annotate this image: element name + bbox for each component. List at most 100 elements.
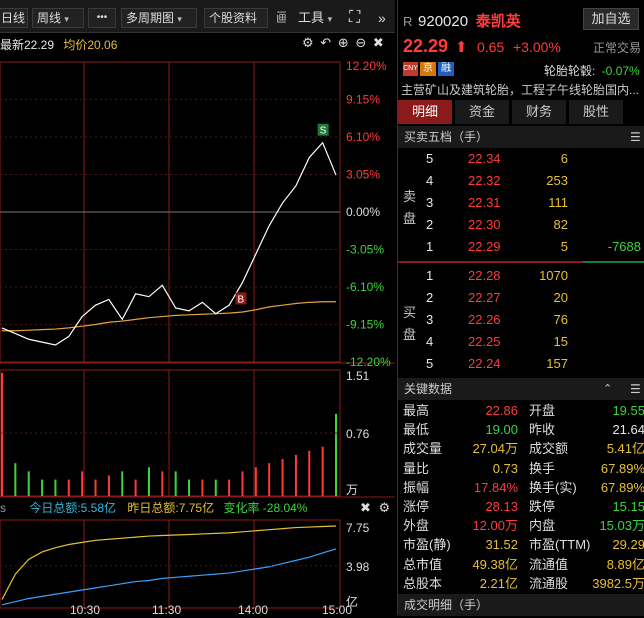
key-data-row: 最低 19.00 昨收 21.64 (398, 420, 644, 439)
sell-level-row[interactable]: 3 22.31 111 (398, 192, 644, 214)
settings-icon[interactable]: ⚙ (379, 500, 391, 515)
tab-finance[interactable]: 财务 (512, 100, 566, 124)
sell-level-row[interactable]: 4 22.32 253 (398, 170, 644, 192)
zoom-in-icon[interactable]: ⊕ (338, 35, 349, 50)
level-volume: 157 (546, 356, 568, 371)
volume-bar (147, 467, 150, 496)
key-data-value: 49.38亿 (472, 556, 518, 572)
close-icon[interactable]: ✖ (373, 35, 384, 50)
multi-period-dropdown[interactable]: 多周期图 ▾ (121, 8, 197, 28)
sell-level-row[interactable]: 2 22.30 82 (398, 214, 644, 236)
chevron-down-icon: ▾ (177, 14, 182, 24)
key-data-row: 振幅 17.84% 换手(实) 67.89% (398, 478, 644, 497)
volume-bar (94, 479, 97, 496)
key-data-label: 跌停 (529, 499, 556, 514)
level-volume: 82 (553, 217, 568, 232)
level-number: 5 (426, 356, 434, 371)
key-data-row: 总市值 49.38亿 流通值 8.89亿 (398, 555, 644, 574)
sector-link[interactable]: 轮胎轮毂: -0.07% (544, 62, 640, 79)
volume-bar (241, 471, 244, 496)
sub-header-marker: s (0, 501, 6, 515)
tools-label: 工具 (298, 10, 325, 25)
tab-detail[interactable]: 明细 (398, 100, 452, 124)
more-periods-button[interactable]: ••• (88, 8, 116, 28)
level-number: 2 (426, 217, 434, 232)
price-change: 0.65 (477, 39, 505, 55)
day-period-button[interactable]: 日线 (0, 8, 28, 28)
close-icon[interactable]: ✖ (360, 500, 371, 515)
stock-code: 920020 (418, 13, 469, 30)
expand-icon[interactable]: ⛶ (349, 8, 360, 28)
buy-marker-label: B (237, 294, 244, 305)
time-axis-label: 15:00 (322, 603, 352, 615)
key-data-label: 市盈(TTM) (529, 537, 591, 553)
level-price: 22.26 (468, 312, 501, 327)
collapse-panel-icon[interactable]: » (378, 8, 386, 28)
key-data-label: 内盘 (529, 518, 556, 534)
volume-axis-label: 1.51 (346, 369, 370, 383)
volume-bar (27, 471, 30, 496)
intraday-chart[interactable]: 12.20% 9.15% 6.10% 3.05% 0.00% -3.05% -6.10% -9… (0, 33, 395, 617)
price-axis-label: 6.10% (346, 130, 380, 144)
volume-bar (268, 463, 271, 496)
week-period-dropdown[interactable]: 周线 ▾ (32, 8, 84, 28)
buy-level-row[interactable]: 2 22.27 20 (398, 287, 644, 309)
collapse-up-icon[interactable]: ⌃ (603, 378, 612, 400)
tab-funds[interactable]: 资金 (455, 100, 509, 124)
key-data-value: 67.89% (600, 460, 644, 476)
menu-icon[interactable]: ☰ (630, 126, 641, 148)
key-data-title: 关键数据 (404, 382, 453, 396)
level-number: 3 (426, 312, 434, 327)
key-data-label: 成交额 (529, 441, 569, 457)
undo-icon[interactable]: ↶ (320, 35, 331, 50)
spread-divider-red (398, 261, 583, 263)
price-axis-label: 3.05% (346, 168, 380, 182)
key-data-label: 流通值 (529, 556, 569, 572)
buy-level-row[interactable]: 4 22.25 15 (398, 331, 644, 353)
order-book-header: 买卖五档（手） ☰ (398, 126, 644, 148)
key-data-row: 量比 0.73 换手 67.89% (398, 459, 644, 478)
buy-level-row[interactable]: 1 22.28 1070 (398, 265, 644, 287)
chevron-down-icon: ▾ (327, 14, 333, 24)
multi-period-label: 多周期图 (126, 11, 175, 25)
key-data-value: 29.29 (612, 537, 644, 553)
level-number: 2 (426, 290, 434, 305)
tab-characteristics[interactable]: 股性 (569, 100, 623, 124)
trade-detail-header: 成交明细（手） (398, 594, 644, 616)
buy-level-row[interactable]: 5 22.24 157 (398, 353, 644, 375)
key-data-label: 最高 (403, 403, 430, 418)
price-axis-label: 12.20% (346, 59, 387, 73)
price-axis-label: 0.00% (346, 205, 380, 219)
key-data-header: 关键数据 ⌃ ☰ (398, 378, 644, 400)
settings-icon[interactable]: ⚙ (302, 35, 314, 50)
key-data-label: 量比 (403, 460, 430, 476)
key-data-label: 昨收 (529, 422, 556, 438)
buy-level-row[interactable]: 3 22.26 76 (398, 309, 644, 331)
key-data-label: 外盘 (403, 518, 430, 534)
latest-price-label: 最新22.29 (0, 38, 55, 52)
level-price: 22.27 (468, 290, 501, 305)
sell-level-row[interactable]: 5 22.34 6 (398, 148, 644, 170)
key-data-value: 27.04万 (472, 441, 518, 457)
key-data-row: 涨停 28.13 跌停 15.15 (398, 497, 644, 516)
sub-chart-controls: ✖ ⚙ (360, 500, 390, 516)
draw-tool-button[interactable]: 画 (276, 8, 286, 28)
add-watchlist-button[interactable]: 加自选 (583, 8, 639, 30)
key-data-value: 19.55 (612, 403, 644, 418)
sell-level-row[interactable]: 1 22.29 5 -7688 (398, 236, 644, 258)
key-data-value: 15.15 (612, 499, 644, 514)
tools-dropdown[interactable]: 工具 ▾ (298, 8, 332, 28)
stock-info-button[interactable]: 个股资料 (204, 8, 268, 28)
volume-bar (254, 467, 257, 496)
intraday-chart-svg[interactable]: 12.20% 9.15% 6.10% 3.05% 0.00% -3.05% -6.10% -9… (0, 33, 395, 617)
zoom-out-icon[interactable]: ⊖ (355, 35, 366, 50)
volume-bar (67, 479, 70, 496)
menu-icon[interactable]: ☰ (630, 378, 641, 400)
volume-bar (81, 471, 84, 496)
sub-chart-header: s 今日总额:5.58亿 昨日总额:7.75亿 变化率 -28.04% (0, 498, 395, 518)
business-description[interactable]: 主营矿山及建筑轮胎，工程子午线轮胎国内... (401, 81, 643, 98)
price-axis-label: -9.15% (346, 318, 384, 332)
avg-price-label: 均价20.06 (63, 38, 118, 52)
up-arrow-icon: ⬆ (455, 39, 468, 56)
level-volume: 5 (560, 239, 568, 254)
